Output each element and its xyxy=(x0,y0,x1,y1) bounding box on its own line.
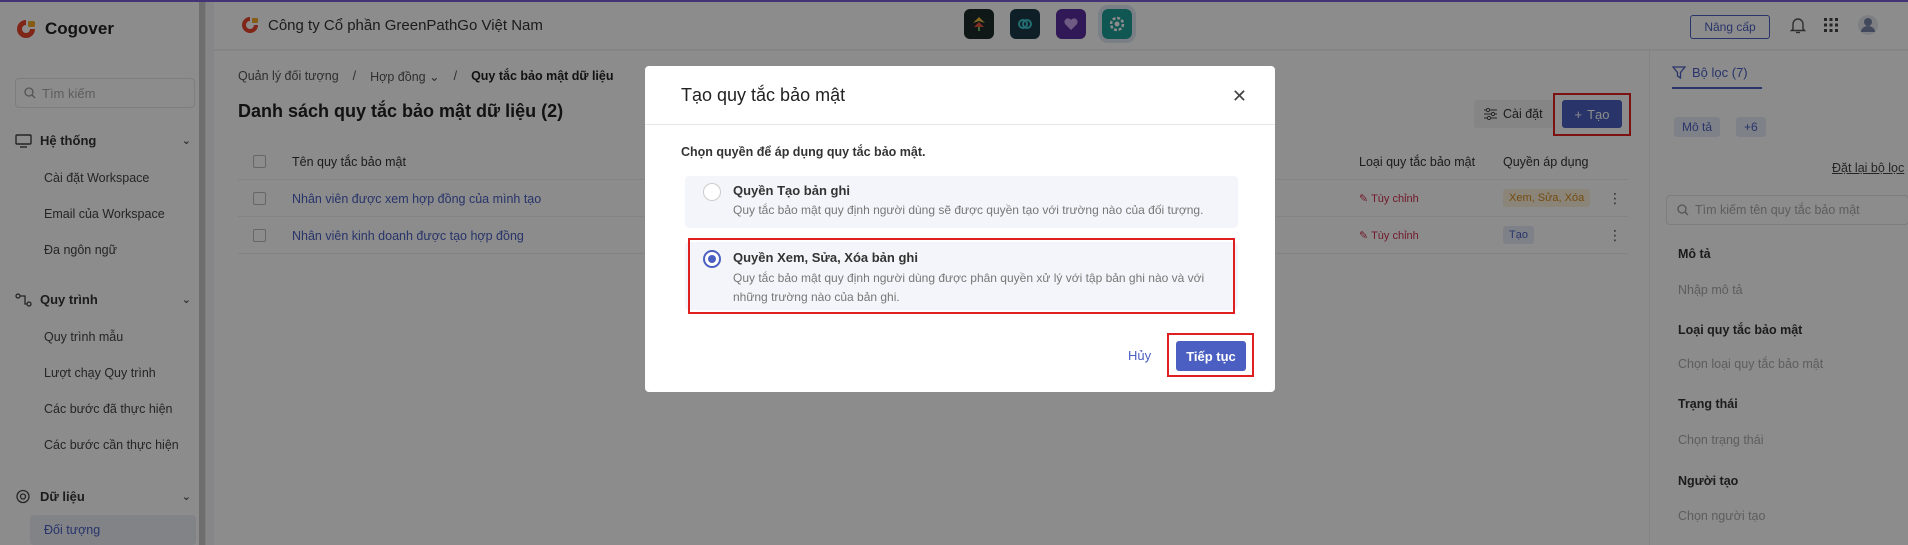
modal-title: Tạo quy tắc bảo mật xyxy=(681,85,846,105)
highlight-box-option xyxy=(688,238,1235,314)
radio-create[interactable] xyxy=(703,183,721,201)
highlight-box-continue xyxy=(1167,333,1254,377)
option-create-permission[interactable]: Quyền Tạo bản ghi Quy tắc bảo mật quy đị… xyxy=(685,176,1238,228)
option-description: Quy tắc bảo mật quy định người dùng sẽ đ… xyxy=(733,203,1204,217)
create-rule-modal: Tạo quy tắc bảo mật ✕ Chọn quyền để áp d… xyxy=(645,66,1275,392)
close-icon[interactable]: ✕ xyxy=(1232,86,1247,107)
modal-prompt: Chọn quyền để áp dụng quy tắc bảo mật. xyxy=(681,145,926,159)
cancel-button[interactable]: Hủy xyxy=(1128,348,1151,363)
divider xyxy=(645,124,1275,125)
option-title: Quyền Tạo bản ghi xyxy=(733,183,851,198)
